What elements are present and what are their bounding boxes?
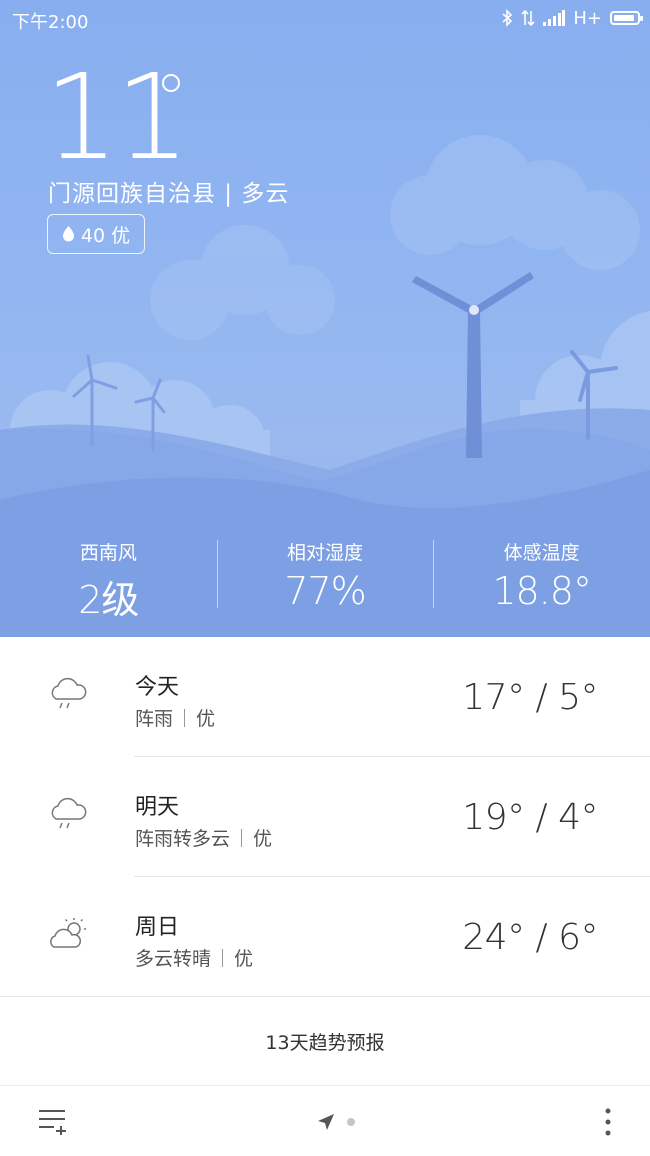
city-manage-icon[interactable] xyxy=(38,1107,68,1135)
forecast-condition: 阵雨 xyxy=(135,708,174,730)
stat-wind: 西南风 2级 xyxy=(0,532,217,622)
stat-value: 18.8° xyxy=(492,569,592,613)
location-arrow-icon xyxy=(318,1114,334,1130)
stat-label: 体感温度 xyxy=(503,542,580,564)
rain-cloud-icon xyxy=(51,677,87,709)
forecast-desc: 阵雨转多云 优 xyxy=(135,824,272,851)
forecast-day: 周日 xyxy=(135,915,180,940)
forecast-temps: 19° / 4° xyxy=(462,797,598,838)
separator xyxy=(184,708,186,727)
location-condition[interactable]: 门源回族自治县 | 多云 xyxy=(48,174,289,208)
forecast-desc: 多云转晴 优 xyxy=(135,944,253,971)
aqi-value: 40 优 xyxy=(80,224,131,247)
stat-feels-like: 体感温度 18.8° xyxy=(433,532,650,622)
forecast-quality: 优 xyxy=(196,708,216,730)
forecast-temps: 17° / 5° xyxy=(462,677,598,718)
more-icon[interactable] xyxy=(603,1107,613,1137)
signal-icon xyxy=(543,10,566,26)
stat-humidity: 相对湿度 77% xyxy=(216,532,434,622)
forecast-condition: 多云转晴 xyxy=(135,948,212,970)
weather-hero: 下午2:00 H+ 11 门源回族自治县 | 多云 40 优 西南风 2级 相对… xyxy=(0,0,650,637)
stat-value: 2级 xyxy=(78,578,139,622)
status-bar: 下午2:00 H+ xyxy=(0,0,650,38)
degree-symbol xyxy=(162,74,180,92)
battery-icon xyxy=(610,11,643,25)
forecast-day: 今天 xyxy=(135,675,180,700)
status-icons: H+ xyxy=(501,6,643,30)
status-time: 下午2:00 xyxy=(12,12,89,33)
bottom-bar xyxy=(0,1087,650,1156)
network-type: H+ xyxy=(573,7,602,29)
forecast-day: 明天 xyxy=(135,795,180,820)
stat-value: 77% xyxy=(284,569,366,613)
aqi-badge[interactable]: 40 优 xyxy=(47,214,145,254)
forecast-quality: 优 xyxy=(253,828,273,850)
stat-label: 相对湿度 xyxy=(286,542,363,564)
forecast-desc: 阵雨 优 xyxy=(135,704,215,731)
forecast-temps: 24° / 6° xyxy=(462,917,598,958)
forecast-quality: 优 xyxy=(234,948,254,970)
page-indicator-dot xyxy=(347,1118,355,1126)
rain-cloud-icon xyxy=(51,797,87,829)
leaf-icon xyxy=(62,226,74,242)
stat-label: 西南风 xyxy=(79,542,137,564)
bluetooth-icon xyxy=(501,9,513,27)
forecast-row-today[interactable]: 今天 阵雨 优 17° / 5° xyxy=(0,637,650,757)
weather-stats: 西南风 2级 相对湿度 77% 体感温度 18.8° xyxy=(0,532,650,622)
forecast-row-sunday[interactable]: 周日 多云转晴 优 24° / 6° xyxy=(0,877,650,997)
forecast-condition: 阵雨转多云 xyxy=(135,828,231,850)
data-transfer-icon xyxy=(521,9,535,27)
forecast-list: 今天 阵雨 优 17° / 5° 明天 阵雨转多云 优 19° / 4° 周日 … xyxy=(0,637,650,997)
separator xyxy=(222,948,224,967)
forecast-row-tomorrow[interactable]: 明天 阵雨转多云 优 19° / 4° xyxy=(0,757,650,877)
partly-cloudy-icon xyxy=(50,918,86,948)
trend-forecast-button[interactable]: 13天趋势预报 xyxy=(0,998,650,1086)
separator xyxy=(241,828,243,847)
divider xyxy=(0,996,650,997)
